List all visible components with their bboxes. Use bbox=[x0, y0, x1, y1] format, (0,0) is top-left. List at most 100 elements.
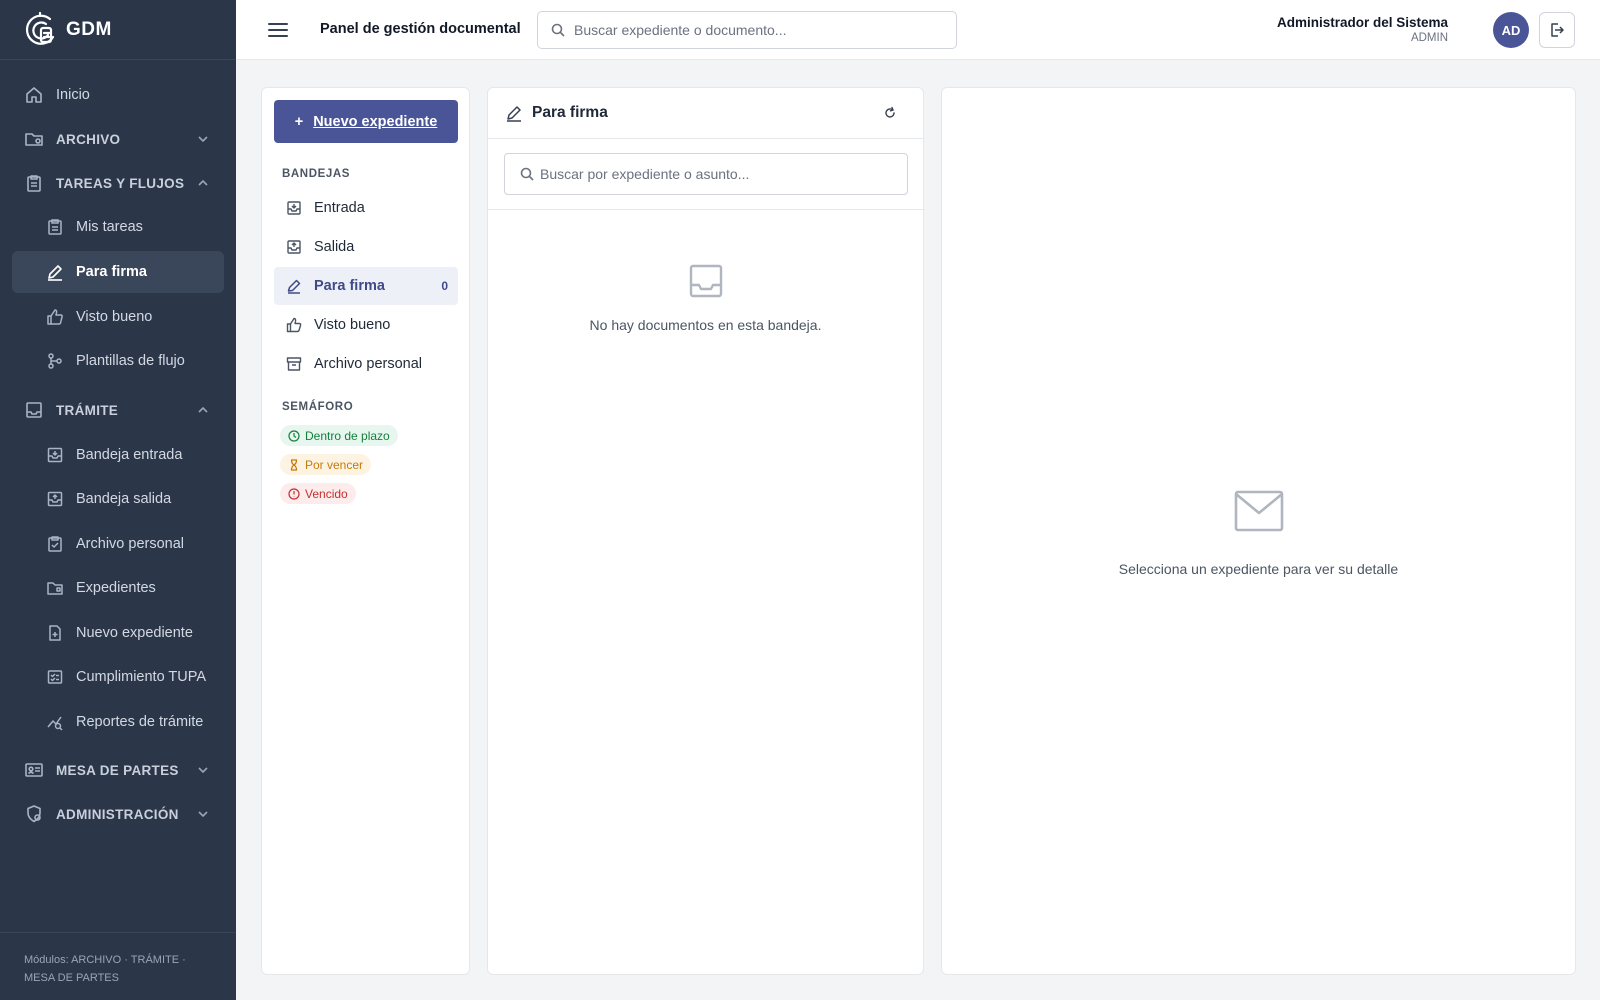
sidebar-item-cumplimiento-tupa[interactable]: Cumplimiento TUPA bbox=[12, 656, 224, 698]
inbox-icon bbox=[24, 400, 44, 420]
sidebar-section-tramite[interactable]: TRÁMITE bbox=[12, 389, 224, 431]
list-search bbox=[504, 153, 908, 195]
signature-icon bbox=[505, 104, 523, 122]
sidebar-item-expedientes[interactable]: Expedientes bbox=[12, 567, 224, 609]
sidebar-section-label: ADMINISTRACIÓN bbox=[56, 806, 179, 822]
chevron-up-icon bbox=[196, 403, 210, 417]
sidebar-item-label: Nuevo expediente bbox=[76, 625, 193, 641]
badge-vencido[interactable]: Vencido bbox=[280, 483, 356, 504]
new-expediente-label: Nuevo expediente bbox=[313, 113, 438, 130]
workflow-icon bbox=[46, 352, 64, 370]
sidebar-section-mesa-de-partes[interactable]: MESA DE PARTES bbox=[12, 749, 224, 791]
refresh-icon[interactable] bbox=[883, 106, 897, 120]
sidebar-section-tareas-y-flujos[interactable]: TAREAS Y FLUJOS bbox=[12, 162, 224, 204]
sidebar: GDM Inicio ARCHIVO TAREAS Y FLUJOS Mis t… bbox=[0, 0, 236, 1000]
sidebar-section-archivo[interactable]: ARCHIVO bbox=[12, 118, 224, 160]
empty-detail-message: Selecciona un expediente para ver su det… bbox=[1118, 561, 1399, 577]
thumbs-up-icon bbox=[46, 308, 64, 326]
archive-box-icon bbox=[286, 356, 302, 372]
trays-panel: + Nuevo expediente BANDEJAS Entrada Sali… bbox=[261, 87, 470, 975]
signature-icon bbox=[46, 263, 64, 281]
global-search bbox=[537, 11, 957, 49]
sidebar-item-label: Cumplimiento TUPA bbox=[76, 669, 207, 685]
clock-icon bbox=[288, 429, 300, 442]
page-title: Panel de gestión documental bbox=[320, 21, 521, 37]
tray-label: Archivo personal bbox=[314, 356, 422, 372]
sidebar-section-label: ARCHIVO bbox=[56, 131, 121, 147]
plus-icon: + bbox=[294, 113, 304, 130]
hamburger-menu-icon[interactable] bbox=[266, 18, 290, 42]
checklist-icon bbox=[46, 668, 64, 686]
list-search-input[interactable] bbox=[540, 166, 907, 182]
sidebar-item-mis-tareas[interactable]: Mis tareas bbox=[12, 206, 224, 248]
home-icon bbox=[24, 85, 44, 105]
global-search-input[interactable] bbox=[574, 22, 954, 38]
folder-icon bbox=[46, 579, 64, 597]
hourglass-icon bbox=[288, 458, 300, 471]
search-icon bbox=[520, 167, 534, 181]
sidebar-section-label: TAREAS Y FLUJOS bbox=[56, 175, 185, 191]
id-card-icon bbox=[24, 760, 44, 780]
badge-label: Dentro de plazo bbox=[305, 428, 390, 443]
tray-archivo-personal[interactable]: Archivo personal bbox=[274, 345, 458, 383]
sidebar-section-label: MESA DE PARTES bbox=[56, 762, 179, 778]
chevron-down-icon bbox=[196, 763, 210, 777]
chevron-down-icon bbox=[196, 132, 210, 146]
sidebar-section-label: TRÁMITE bbox=[56, 402, 119, 418]
sidebar-item-label: Para firma bbox=[76, 264, 147, 280]
brand[interactable]: GDM bbox=[0, 0, 236, 60]
sidebar-item-bandeja-entrada[interactable]: Bandeja entrada bbox=[12, 434, 224, 476]
shield-settings-icon bbox=[24, 804, 44, 824]
inbox-out-icon bbox=[46, 490, 64, 508]
user-role: ADMIN bbox=[1410, 32, 1448, 44]
tray-visto-bueno[interactable]: Visto bueno bbox=[274, 306, 458, 344]
search-icon bbox=[551, 23, 565, 37]
signature-icon bbox=[286, 278, 302, 294]
sidebar-footer: Módulos: ARCHIVO · TRÁMITE · MESA DE PAR… bbox=[0, 932, 236, 1000]
badge-label: Por vencer bbox=[305, 457, 364, 472]
sidebar-section-administracion[interactable]: ADMINISTRACIÓN bbox=[12, 793, 224, 835]
semaforo-heading: SEMÁFORO bbox=[282, 401, 354, 413]
sidebar-item-label: Inicio bbox=[56, 87, 90, 103]
badge-dentro-de-plazo[interactable]: Dentro de plazo bbox=[280, 425, 398, 446]
inbox-in-icon bbox=[286, 200, 302, 216]
sidebar-item-para-firma[interactable]: Para firma bbox=[12, 251, 224, 293]
tray-count: 0 bbox=[441, 279, 448, 293]
tray-salida[interactable]: Salida bbox=[274, 228, 458, 266]
avatar[interactable]: AD bbox=[1493, 12, 1529, 48]
sidebar-item-label: Bandeja salida bbox=[76, 491, 172, 507]
alert-circle-icon bbox=[288, 487, 300, 500]
sidebar-item-bandeja-salida[interactable]: Bandeja salida bbox=[12, 478, 224, 520]
new-expediente-button[interactable]: + Nuevo expediente bbox=[274, 100, 458, 143]
sidebar-nav: Inicio ARCHIVO TAREAS Y FLUJOS Mis tarea… bbox=[0, 60, 236, 823]
tray-entrada[interactable]: Entrada bbox=[274, 189, 458, 227]
user-info: Administrador del Sistema ADMIN bbox=[1277, 15, 1448, 44]
sidebar-item-inicio[interactable]: Inicio bbox=[12, 74, 224, 116]
document-list-panel: Para firma No hay documentos en esta ban… bbox=[487, 87, 924, 975]
logout-button[interactable] bbox=[1539, 12, 1575, 48]
brand-name: GDM bbox=[66, 18, 112, 40]
user-name: Administrador del Sistema bbox=[1276, 15, 1448, 30]
bandejas-heading: BANDEJAS bbox=[282, 168, 351, 180]
divider bbox=[488, 209, 923, 210]
empty-inbox-icon bbox=[688, 263, 724, 299]
chart-search-icon bbox=[46, 713, 64, 731]
badge-por-vencer[interactable]: Por vencer bbox=[280, 454, 372, 475]
clipboard-check-icon bbox=[46, 535, 64, 553]
tray-para-firma[interactable]: Para firma 0 bbox=[274, 267, 458, 305]
clipboard-icon bbox=[24, 173, 44, 193]
list-header: Para firma bbox=[488, 88, 923, 139]
sidebar-item-reportes-de-tramite[interactable]: Reportes de trámite bbox=[12, 701, 224, 743]
sidebar-item-visto-bueno[interactable]: Visto bueno bbox=[12, 296, 224, 338]
badge-label: Vencido bbox=[305, 486, 348, 501]
chevron-down-icon bbox=[196, 807, 210, 821]
sidebar-item-label: Plantillas de flujo bbox=[76, 353, 185, 369]
sidebar-item-archivo-personal[interactable]: Archivo personal bbox=[12, 523, 224, 565]
sidebar-item-label: Mis tareas bbox=[76, 219, 143, 235]
sidebar-item-label: Visto bueno bbox=[76, 309, 153, 325]
tray-label: Para firma bbox=[314, 278, 385, 294]
sidebar-item-label: Bandeja entrada bbox=[76, 447, 183, 463]
sidebar-item-nuevo-expediente[interactable]: Nuevo expediente bbox=[12, 612, 224, 654]
sidebar-item-plantillas-de-flujo[interactable]: Plantillas de flujo bbox=[12, 340, 224, 382]
chevron-up-icon bbox=[196, 176, 210, 190]
